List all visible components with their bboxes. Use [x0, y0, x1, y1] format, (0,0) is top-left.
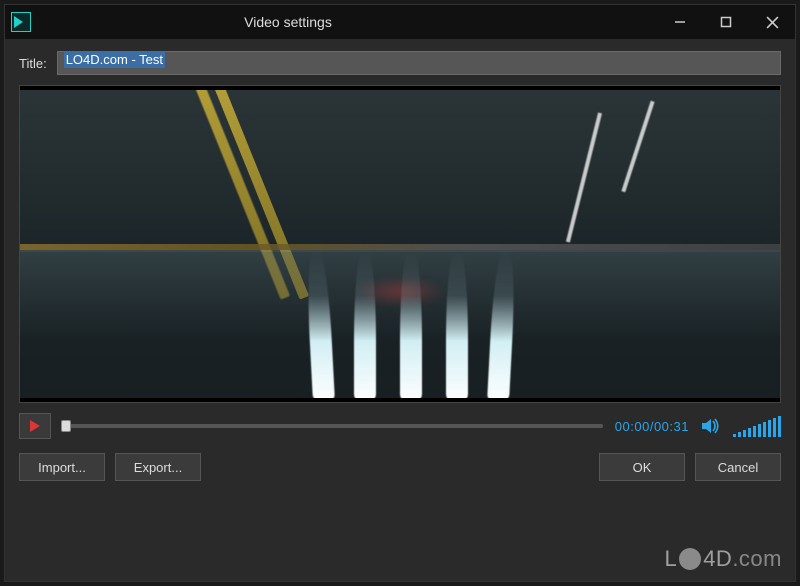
- video-preview[interactable]: [19, 85, 781, 403]
- app-icon: [11, 12, 31, 32]
- video-settings-window: Video settings Title: LO4D.com - Test: [4, 4, 796, 582]
- play-icon: [30, 420, 40, 432]
- playback-controls: 00:00/00:31: [19, 413, 781, 439]
- title-input-value: LO4D.com - Test: [64, 51, 165, 68]
- minimize-icon: [674, 16, 686, 28]
- title-row: Title: LO4D.com - Test: [19, 51, 781, 75]
- dialog-body: Title: LO4D.com - Test: [5, 39, 795, 581]
- window-buttons: [657, 5, 795, 39]
- time-display: 00:00/00:31: [615, 419, 689, 434]
- window-title: Video settings: [0, 14, 657, 30]
- import-button[interactable]: Import...: [19, 453, 105, 481]
- volume-icon: [701, 417, 721, 435]
- ok-button[interactable]: OK: [599, 453, 685, 481]
- preview-image: [20, 86, 780, 402]
- cancel-button[interactable]: Cancel: [695, 453, 781, 481]
- seek-slider[interactable]: [63, 424, 603, 428]
- time-total: 00:31: [654, 419, 689, 434]
- export-button[interactable]: Export...: [115, 453, 201, 481]
- title-label: Title:: [19, 56, 47, 71]
- seek-knob[interactable]: [61, 420, 71, 432]
- play-button[interactable]: [19, 413, 51, 439]
- maximize-button[interactable]: [703, 5, 749, 39]
- close-button[interactable]: [749, 5, 795, 39]
- minimize-button[interactable]: [657, 5, 703, 39]
- titlebar: Video settings: [5, 5, 795, 39]
- title-input[interactable]: LO4D.com - Test: [57, 51, 781, 75]
- volume-button[interactable]: [701, 417, 721, 435]
- close-icon: [766, 16, 779, 29]
- volume-slider[interactable]: [733, 416, 781, 437]
- dialog-footer: Import... Export... OK Cancel: [19, 449, 781, 481]
- maximize-icon: [720, 16, 732, 28]
- time-current: 00:00: [615, 419, 650, 434]
